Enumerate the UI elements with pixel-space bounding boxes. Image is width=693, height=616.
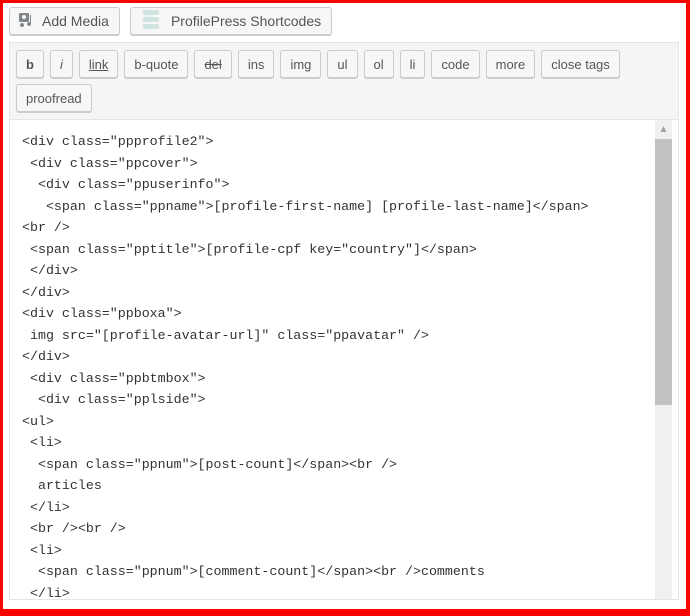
code-line: <div class="pplside"> (22, 392, 206, 407)
vertical-scrollbar[interactable]: ▲ (655, 120, 672, 599)
code-line: </div> (22, 284, 70, 300)
add-media-icon (18, 12, 36, 31)
qt-proofread-button[interactable]: proofread (16, 84, 92, 112)
qt-link-button[interactable]: link (78, 50, 119, 78)
qt-bold-button[interactable]: b (16, 50, 44, 78)
code-line: <div class="ppbtmbox"> (22, 370, 206, 386)
code-line: articles (22, 478, 102, 493)
code-line: <span class="ppnum">[comment-count]</spa… (22, 564, 485, 579)
code-line: <span class="ppname">[profile-first-name… (22, 198, 589, 214)
quicktags-toolbar: b i link b-quote del ins img ul ol li co… (10, 43, 678, 120)
code-line: </div> (22, 349, 70, 364)
code-line: <li> (22, 435, 62, 450)
add-media-button[interactable]: Add Media (9, 7, 120, 35)
scroll-up-arrow-icon[interactable]: ▲ (655, 120, 672, 137)
code-line: </div> (22, 263, 78, 278)
code-line: <span class="ppnum">[post-count]</span><… (22, 456, 398, 472)
qt-italic-button[interactable]: i (49, 50, 73, 78)
profilepress-icon (142, 9, 159, 34)
code-line: <div class="ppuserinfo"> (22, 177, 230, 192)
qt-img-button[interactable]: img (280, 50, 322, 78)
text-editor: b i link b-quote del ins img ul ol li co… (9, 42, 679, 600)
code-line: <div class="ppcover"> (22, 155, 198, 171)
code-line: <li> (22, 542, 62, 558)
code-line: <ul> (22, 413, 54, 429)
code-line: <div class="ppprofile2"> (22, 134, 214, 149)
qt-close-tags-button[interactable]: close tags (541, 50, 620, 78)
qt-ol-button[interactable]: ol (363, 50, 394, 78)
qt-code-button[interactable]: code (431, 50, 480, 78)
code-line: <span class="pptitle">[profile-cpf key="… (22, 241, 477, 257)
code-line: </li> (22, 585, 70, 600)
code-textarea[interactable]: <div class="ppprofile2"> <div class="ppc… (10, 120, 678, 599)
qt-more-button[interactable]: more (485, 50, 536, 78)
add-media-label: Add Media (42, 13, 109, 29)
qt-li-button[interactable]: li (399, 50, 426, 78)
media-buttons: Add Media ProfilePress Shortcodes (9, 7, 333, 35)
code-line: </li> (22, 499, 70, 515)
code-line: <br /><br /> (22, 521, 126, 536)
qt-ins-button[interactable]: ins (237, 50, 275, 78)
scrollbar-thumb[interactable] (655, 139, 672, 405)
qt-blockquote-button[interactable]: b-quote (124, 50, 189, 78)
code-content: <div class="ppprofile2"> <div class="ppc… (22, 131, 589, 599)
code-line: <br /> (22, 220, 70, 235)
code-line: <div class="ppboxa"> (22, 306, 182, 321)
qt-ul-button[interactable]: ul (327, 50, 358, 78)
code-line: img src="[profile-avatar-url]" class="pp… (22, 327, 429, 343)
qt-del-button[interactable]: del (194, 50, 232, 78)
profilepress-shortcodes-button[interactable]: ProfilePress Shortcodes (129, 7, 333, 35)
profilepress-label: ProfilePress Shortcodes (170, 13, 322, 29)
